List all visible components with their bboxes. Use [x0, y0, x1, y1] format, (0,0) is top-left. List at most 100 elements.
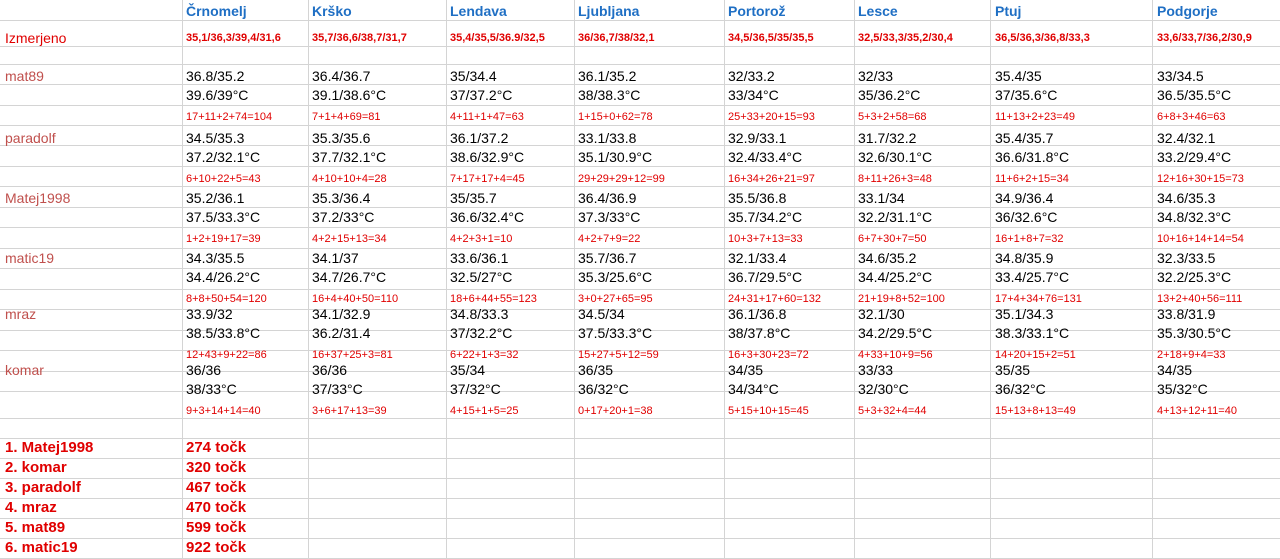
score-formula: 4+2+3+1=10 — [450, 233, 513, 245]
ranking-points: 320 točk — [186, 459, 247, 476]
score-formula: 16+3+30+23=72 — [728, 349, 809, 361]
score-formula: 13+2+40+56=111 — [1157, 293, 1243, 305]
score-formula: 11+6+2+15=34 — [995, 173, 1069, 185]
grid-row-line — [0, 248, 1280, 249]
ranking-points: 599 točk — [186, 519, 247, 536]
measured-value: 35,4/35,5/36.9/32,5 — [450, 32, 545, 44]
score-formula: 2+18+9+4=33 — [1157, 349, 1226, 361]
score-formula: 17+4+34+76=131 — [995, 293, 1082, 305]
measured-value: 34,5/36,5/35/35,5 — [728, 32, 814, 44]
forecast-line1: 35.4/35.7 — [995, 130, 1054, 146]
score-formula: 12+43+9+22=86 — [186, 349, 267, 361]
score-formula: 5+3+32+4=44 — [858, 405, 927, 417]
grid-row-line — [0, 105, 1280, 106]
forecast-line2: 38.3/33.1°C — [995, 325, 1070, 341]
city-header: Črnomelj — [186, 3, 247, 19]
ranking-place: 1. Matej1998 — [5, 439, 94, 456]
forecast-line1: 34.9/36.4 — [995, 190, 1054, 206]
forecast-line2: 38.5/33.8°C — [186, 325, 261, 341]
score-formula: 16+1+8+7=32 — [995, 233, 1064, 245]
forecast-line2: 38/37.8°C — [728, 325, 791, 341]
score-formula: 3+6+17+13=39 — [312, 405, 387, 417]
measured-value: 35,7/36,6/38,7/31,7 — [312, 32, 407, 44]
forecast-line1: 32/33.2 — [728, 68, 775, 84]
score-formula: 16+4+40+50=110 — [312, 293, 399, 305]
ranking-place: 3. paradolf — [5, 479, 81, 496]
forecast-line1: 36.4/36.9 — [578, 190, 637, 206]
score-formula: 10+3+7+13=33 — [728, 233, 803, 245]
forecast-line2: 36.7/29.5°C — [728, 269, 803, 285]
forecast-line1: 32.1/30 — [858, 306, 905, 322]
forecast-line1: 36.1/37.2 — [450, 130, 509, 146]
forecast-line1: 34.1/32.9 — [312, 306, 371, 322]
city-header: Podgorje — [1157, 3, 1218, 19]
forecast-line1: 34.8/33.3 — [450, 306, 509, 322]
forecast-line1: 32.4/32.1 — [1157, 130, 1216, 146]
score-formula: 24+31+17+60=132 — [728, 293, 821, 305]
score-formula: 25+33+20+15=93 — [728, 111, 815, 123]
measured-value: 35,1/36,3/39,4/31,6 — [186, 32, 281, 44]
ranking-place: 5. mat89 — [5, 519, 66, 536]
forecast-line2: 37.2/32.1°C — [186, 149, 261, 165]
forecast-line1: 32.1/33.4 — [728, 250, 787, 266]
score-formula: 6+10+22+5=43 — [186, 173, 261, 185]
forecast-line2: 35.3/30.5°C — [1157, 325, 1232, 341]
score-formula: 12+16+30+15=73 — [1157, 173, 1244, 185]
score-formula: 5+15+10+15=45 — [728, 405, 809, 417]
score-formula: 4+33+10+9=56 — [858, 349, 933, 361]
forecast-line2: 35/32°C — [1157, 381, 1208, 397]
forecast-line2: 37/33°C — [312, 381, 363, 397]
measured-label: Izmerjeno — [5, 30, 67, 46]
score-formula: 18+6+44+55=123 — [450, 293, 537, 305]
score-formula: 4+2+7+9=22 — [578, 233, 641, 245]
score-formula: 4+11+1+47=63 — [450, 111, 524, 123]
forecast-line1: 34.5/35.3 — [186, 130, 245, 146]
city-header: Ptuj — [995, 3, 1022, 19]
score-formula: 21+19+8+52=100 — [858, 293, 945, 305]
forecast-line2: 39.6/39°C — [186, 87, 249, 103]
ranking-place: 6. matic19 — [5, 539, 78, 556]
grid-column-line — [182, 0, 183, 559]
forecast-line1: 33.1/33.8 — [578, 130, 637, 146]
forecast-line2: 36.6/31.8°C — [995, 149, 1070, 165]
city-header: Portorož — [728, 3, 786, 19]
grid-column-line — [308, 0, 309, 559]
forecast-line2: 37/35.6°C — [995, 87, 1058, 103]
score-formula: 3+0+27+65=95 — [578, 293, 653, 305]
forecast-line2: 35.7/34.2°C — [728, 209, 803, 225]
grid-row-line — [0, 207, 1280, 208]
score-formula: 8+8+50+54=120 — [186, 293, 267, 305]
forecast-line1: 35/35.7 — [450, 190, 497, 206]
forecast-line2: 34.4/25.2°C — [858, 269, 933, 285]
forecast-line2: 34.8/32.3°C — [1157, 209, 1232, 225]
forecast-line2: 35.3/25.6°C — [578, 269, 653, 285]
score-formula: 15+27+5+12=59 — [578, 349, 659, 361]
forecast-line1: 34.5/34 — [578, 306, 625, 322]
forecast-line1: 35/35 — [995, 362, 1031, 378]
grid-row-line — [0, 186, 1280, 187]
forecast-line2: 37.5/33.3°C — [186, 209, 261, 225]
forecast-line1: 35.3/35.6 — [312, 130, 371, 146]
score-formula: 16+34+26+21=97 — [728, 173, 815, 185]
score-formula: 7+17+17+4=45 — [450, 173, 525, 185]
forecast-line2: 38.6/32.9°C — [450, 149, 525, 165]
forecast-line2: 38/38.3°C — [578, 87, 641, 103]
grid-row-line — [0, 418, 1280, 419]
forecast-line2: 33.2/29.4°C — [1157, 149, 1232, 165]
score-formula: 6+8+3+46=63 — [1157, 111, 1226, 123]
score-formula: 10+16+14+14=54 — [1157, 233, 1244, 245]
forecast-line2: 32.2/25.3°C — [1157, 269, 1232, 285]
forecast-line2: 32/30°C — [858, 381, 909, 397]
grid-row-line — [0, 125, 1280, 126]
forecast-line2: 36/32°C — [995, 381, 1046, 397]
forecast-line1: 33/34.5 — [1157, 68, 1204, 84]
score-formula: 8+11+26+3=48 — [858, 173, 932, 185]
score-formula: 1+2+19+17=39 — [186, 233, 261, 245]
forecast-line2: 32.6/30.1°C — [858, 149, 933, 165]
forecast-line2: 33.4/25.7°C — [995, 269, 1070, 285]
forecast-line1: 34/35 — [728, 362, 764, 378]
forecast-line1: 36/36 — [312, 362, 348, 378]
forecast-line1: 34.8/35.9 — [995, 250, 1054, 266]
score-formula: 9+3+14+14=40 — [186, 405, 261, 417]
forecast-line2: 34.7/26.7°C — [312, 269, 387, 285]
